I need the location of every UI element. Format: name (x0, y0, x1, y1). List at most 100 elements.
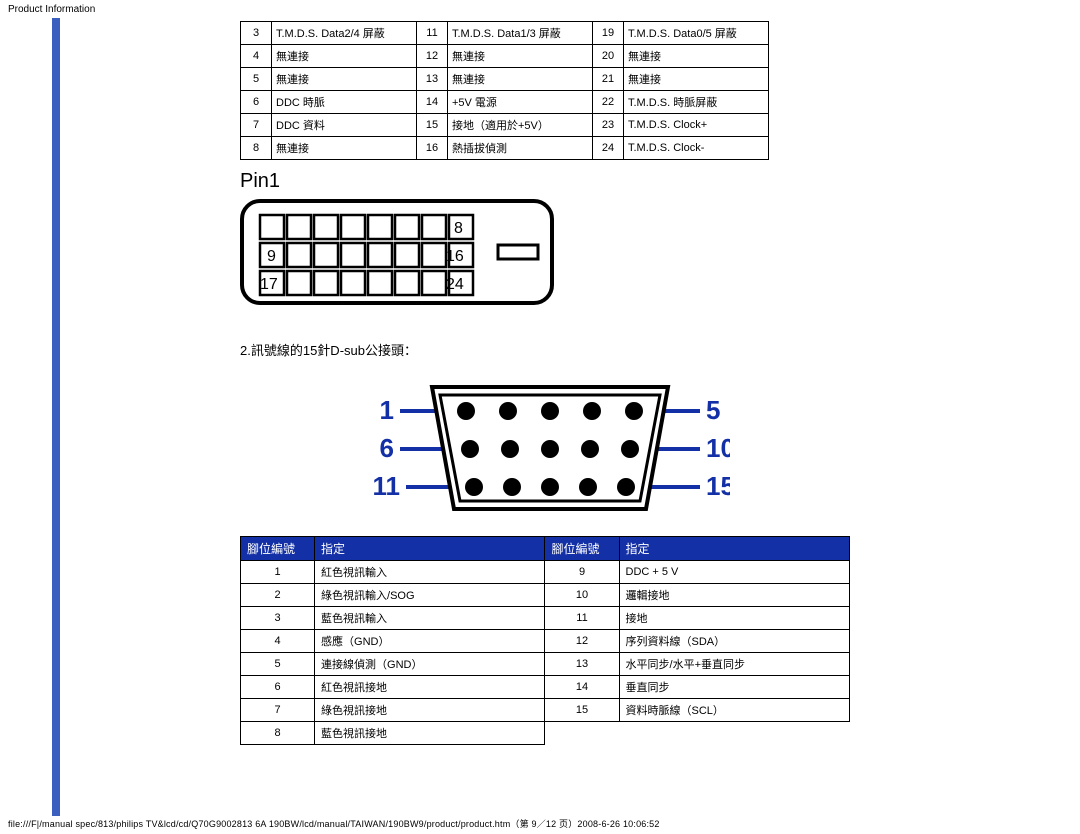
section-2-title: 2.訊號線的15針D-sub公接頭： (240, 340, 860, 359)
pin-desc: 感應（GND） (315, 630, 545, 653)
table-row: 5無連接13無連接21無連接 (241, 68, 769, 91)
pin-desc: 紅色視訊輸入 (315, 561, 545, 584)
pin-desc: 無連接 (448, 68, 593, 91)
pin-desc: 接地 (619, 607, 849, 630)
table-row: 7DDC 資料15接地（適用於+5V）23T.M.D.S. Clock+ (241, 114, 769, 137)
pin-desc: +5V 電源 (448, 91, 593, 114)
dsub-header-assign-2: 指定 (619, 537, 849, 561)
pin-desc: 水平同步/水平+垂直同步 (619, 653, 849, 676)
table-row: 8無連接16熱插拔偵測24T.M.D.S. Clock- (241, 137, 769, 160)
svg-text:15: 15 (706, 471, 730, 501)
pin-desc: 綠色視訊輸入/SOG (315, 584, 545, 607)
pin-desc: 無連接 (272, 137, 417, 160)
table-row: 3T.M.D.S. Data2/4 屏蔽11T.M.D.S. Data1/3 屏… (241, 22, 769, 45)
pin-num: 15 (545, 699, 619, 722)
pin-num: 9 (545, 561, 619, 584)
pin-num: 16 (417, 137, 448, 160)
pin-desc: 紅色視訊接地 (315, 676, 545, 699)
dvi-pin-table: 3T.M.D.S. Data2/4 屏蔽11T.M.D.S. Data1/3 屏… (240, 21, 769, 160)
dsub-header-pin: 腳位編號 (241, 537, 315, 561)
pin-desc: 無連接 (272, 45, 417, 68)
svg-text:5: 5 (706, 395, 720, 425)
pin-desc: 無連接 (624, 45, 769, 68)
pin-desc: T.M.D.S. Clock+ (624, 114, 769, 137)
pin-desc: 垂直同步 (619, 676, 849, 699)
svg-text:6: 6 (380, 433, 394, 463)
pin-num: 6 (241, 91, 272, 114)
pin-desc: DDC 資料 (272, 114, 417, 137)
pin-desc: 連接線偵測（GND） (315, 653, 545, 676)
pin-desc: T.M.D.S. Data0/5 屏蔽 (624, 22, 769, 45)
pin-num: 4 (241, 630, 315, 653)
pin-num: 1 (241, 561, 315, 584)
pin-num: 8 (241, 137, 272, 160)
pin-num: 2 (241, 584, 315, 607)
pin-num: 8 (241, 722, 315, 745)
pin-desc: 無連接 (272, 68, 417, 91)
pin-desc: 熱插拔偵測 (448, 137, 593, 160)
pin-num: 5 (241, 653, 315, 676)
pin-num: 4 (241, 45, 272, 68)
pin-num: 15 (417, 114, 448, 137)
pin-desc: DDC + 5 V (619, 561, 849, 584)
svg-text:24: 24 (446, 276, 464, 293)
table-row: 6DDC 時脈14+5V 電源22T.M.D.S. 時脈屏蔽 (241, 91, 769, 114)
dsub-connector-diagram: 1 6 11 5 10 15 (240, 373, 860, 526)
svg-text:11: 11 (373, 471, 401, 501)
pin-num: 19 (593, 22, 624, 45)
table-row: 1紅色視訊輸入9DDC + 5 V (241, 561, 850, 584)
svg-text:8: 8 (454, 220, 463, 237)
pin-num: 11 (545, 607, 619, 630)
pin-desc: 序列資料線（SDA） (619, 630, 849, 653)
pin-num: 11 (417, 22, 448, 45)
dsub-connector-svg: 1 6 11 5 10 15 (370, 373, 730, 523)
dsub-header-assign: 指定 (315, 537, 545, 561)
pin-num: 13 (417, 68, 448, 91)
content-area: 3T.M.D.S. Data2/4 屏蔽11T.M.D.S. Data1/3 屏… (240, 19, 860, 745)
svg-text:1: 1 (380, 395, 394, 425)
pin-desc: 資料時脈線（SCL） (619, 699, 849, 722)
page-header: Product Information (0, 0, 1080, 19)
pin-desc: 無連接 (624, 68, 769, 91)
table-row: 2綠色視訊輸入/SOG10邏輯接地 (241, 584, 850, 607)
pin-num: 6 (241, 676, 315, 699)
pin-num: 21 (593, 68, 624, 91)
pin-num: 10 (545, 584, 619, 607)
pin-desc: T.M.D.S. 時脈屏蔽 (624, 91, 769, 114)
svg-text:9: 9 (267, 248, 276, 265)
pin-num: 24 (593, 137, 624, 160)
footer-path: file:///F|/manual spec/813/philips TV&lc… (8, 817, 660, 830)
pin-desc: 無連接 (448, 45, 593, 68)
table-row: 7綠色視訊接地15資料時脈線（SCL） (241, 699, 850, 722)
svg-text:16: 16 (446, 248, 464, 265)
pin-desc: 藍色視訊輸入 (315, 607, 545, 630)
pin-desc: 藍色視訊接地 (315, 722, 545, 745)
pin-num: 14 (545, 676, 619, 699)
svg-text:17: 17 (260, 276, 278, 293)
table-row: 4感應（GND）12序列資料線（SDA） (241, 630, 850, 653)
dvi-connector-diagram: Pin1 8 9 16 17 24 (240, 170, 860, 310)
pin-num: 23 (593, 114, 624, 137)
pin-num: 7 (241, 699, 315, 722)
pin-desc: T.M.D.S. Data2/4 屏蔽 (272, 22, 417, 45)
dvi-connector-svg: 8 9 16 17 24 (240, 197, 580, 307)
dsub-header-pin-2: 腳位編號 (545, 537, 619, 561)
pin-desc: DDC 時脈 (272, 91, 417, 114)
table-row: 6紅色視訊接地14垂直同步 (241, 676, 850, 699)
table-row: 4無連接12無連接20無連接 (241, 45, 769, 68)
pin-num: 20 (593, 45, 624, 68)
dsub-pin-table: 腳位編號 指定 腳位編號 指定 1紅色視訊輸入9DDC + 5 V2綠色視訊輸入… (240, 536, 850, 745)
pin-desc: 接地（適用於+5V） (448, 114, 593, 137)
pin-num: 3 (241, 22, 272, 45)
pin-num: 5 (241, 68, 272, 91)
table-row: 8藍色視訊接地 (241, 722, 850, 745)
table-row: 5連接線偵測（GND）13水平同步/水平+垂直同步 (241, 653, 850, 676)
pin-desc: 邏輯接地 (619, 584, 849, 607)
pin-num: 12 (417, 45, 448, 68)
pin-num: 13 (545, 653, 619, 676)
pin1-label: Pin1 (240, 170, 860, 193)
pin-num: 7 (241, 114, 272, 137)
pin-num: 22 (593, 91, 624, 114)
table-row: 3藍色視訊輸入11接地 (241, 607, 850, 630)
pin-num: 14 (417, 91, 448, 114)
